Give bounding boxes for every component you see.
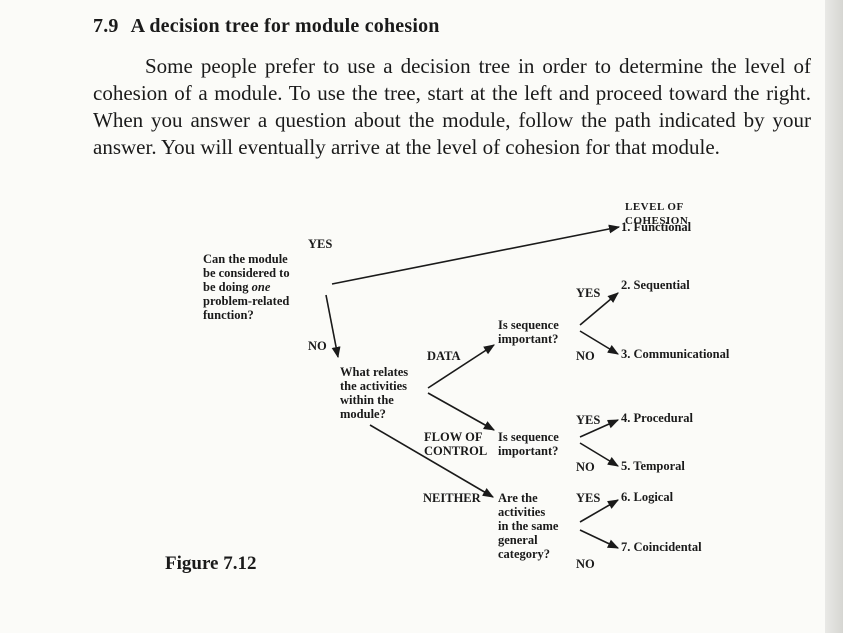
- outcome-temporal: 5. Temporal: [621, 459, 685, 473]
- flow-line-2: CONTROL: [424, 444, 488, 458]
- q2-line-3: within the: [340, 393, 394, 407]
- q1-line-4: problem-related: [203, 294, 290, 308]
- column-heading-line-1: LEVEL OF: [625, 201, 684, 213]
- question-sequence-important-data: Is sequence important?: [498, 318, 559, 346]
- edge-q5-no: [579, 529, 620, 549]
- q5-line-1: Are the: [498, 491, 538, 505]
- q1-line-1: Can the module: [203, 252, 288, 266]
- q5-line-2: activities: [498, 505, 546, 519]
- question-what-relates-activities: What relates the activities within the m…: [340, 365, 408, 421]
- figure-caption: Figure 7.12: [165, 553, 257, 574]
- q3-line-1: Is sequence: [498, 318, 559, 332]
- q2-line-1: What relates: [340, 365, 409, 379]
- branch-label-yes-q3: YES: [576, 286, 601, 300]
- edge-q1-no: [325, 294, 341, 359]
- q3-line-2: important?: [498, 332, 559, 346]
- q5-line-3: in the same: [498, 519, 559, 533]
- outcome-logical: 6. Logical: [621, 490, 674, 504]
- branch-label-no-q3: NO: [576, 349, 595, 363]
- q2-line-2: the activities: [340, 379, 407, 393]
- outcome-coincidental: 7. Coincidental: [621, 540, 702, 554]
- edge-q2-flow: [427, 392, 495, 431]
- branch-label-yes-q5: YES: [576, 491, 601, 505]
- q4-line-2: important?: [498, 444, 559, 458]
- q1-line-2: be considered to: [203, 266, 290, 280]
- outcome-procedural: 4. Procedural: [621, 411, 693, 425]
- edge-q1-yes: [331, 224, 621, 285]
- branch-label-data: DATA: [427, 349, 461, 363]
- q1-line-3: be doing one: [203, 280, 271, 294]
- q5-line-4: general: [498, 533, 538, 547]
- q2-line-4: module?: [340, 407, 386, 421]
- q1-line-5: function?: [203, 308, 254, 322]
- outcome-sequential: 2. Sequential: [621, 278, 690, 292]
- q4-line-1: Is sequence: [498, 430, 559, 444]
- outcome-functional: 1. Functional: [621, 220, 692, 234]
- branch-label-yes-q4: YES: [576, 413, 601, 427]
- branch-label-yes-q1: YES: [308, 237, 333, 251]
- decision-tree-diagram: [325, 224, 621, 549]
- branch-label-no-q4: NO: [576, 460, 595, 474]
- question-same-general-category: Are the activities in the same general c…: [498, 491, 558, 561]
- branch-label-no-q5: NO: [576, 557, 595, 571]
- flow-line-1: FLOW OF: [424, 430, 483, 444]
- outcome-communicational: 3. Communicational: [621, 347, 730, 361]
- question-one-problem-related-function: Can the module be considered to be doing…: [203, 252, 290, 322]
- q1-emphasis: one: [251, 280, 271, 294]
- q5-line-5: category?: [498, 547, 551, 561]
- branch-label-no-q1: NO: [308, 339, 327, 353]
- question-sequence-important-control: Is sequence important?: [498, 430, 559, 458]
- branch-label-flow-of-control: FLOW OF CONTROL: [424, 430, 487, 458]
- branch-label-neither: NEITHER: [423, 491, 481, 505]
